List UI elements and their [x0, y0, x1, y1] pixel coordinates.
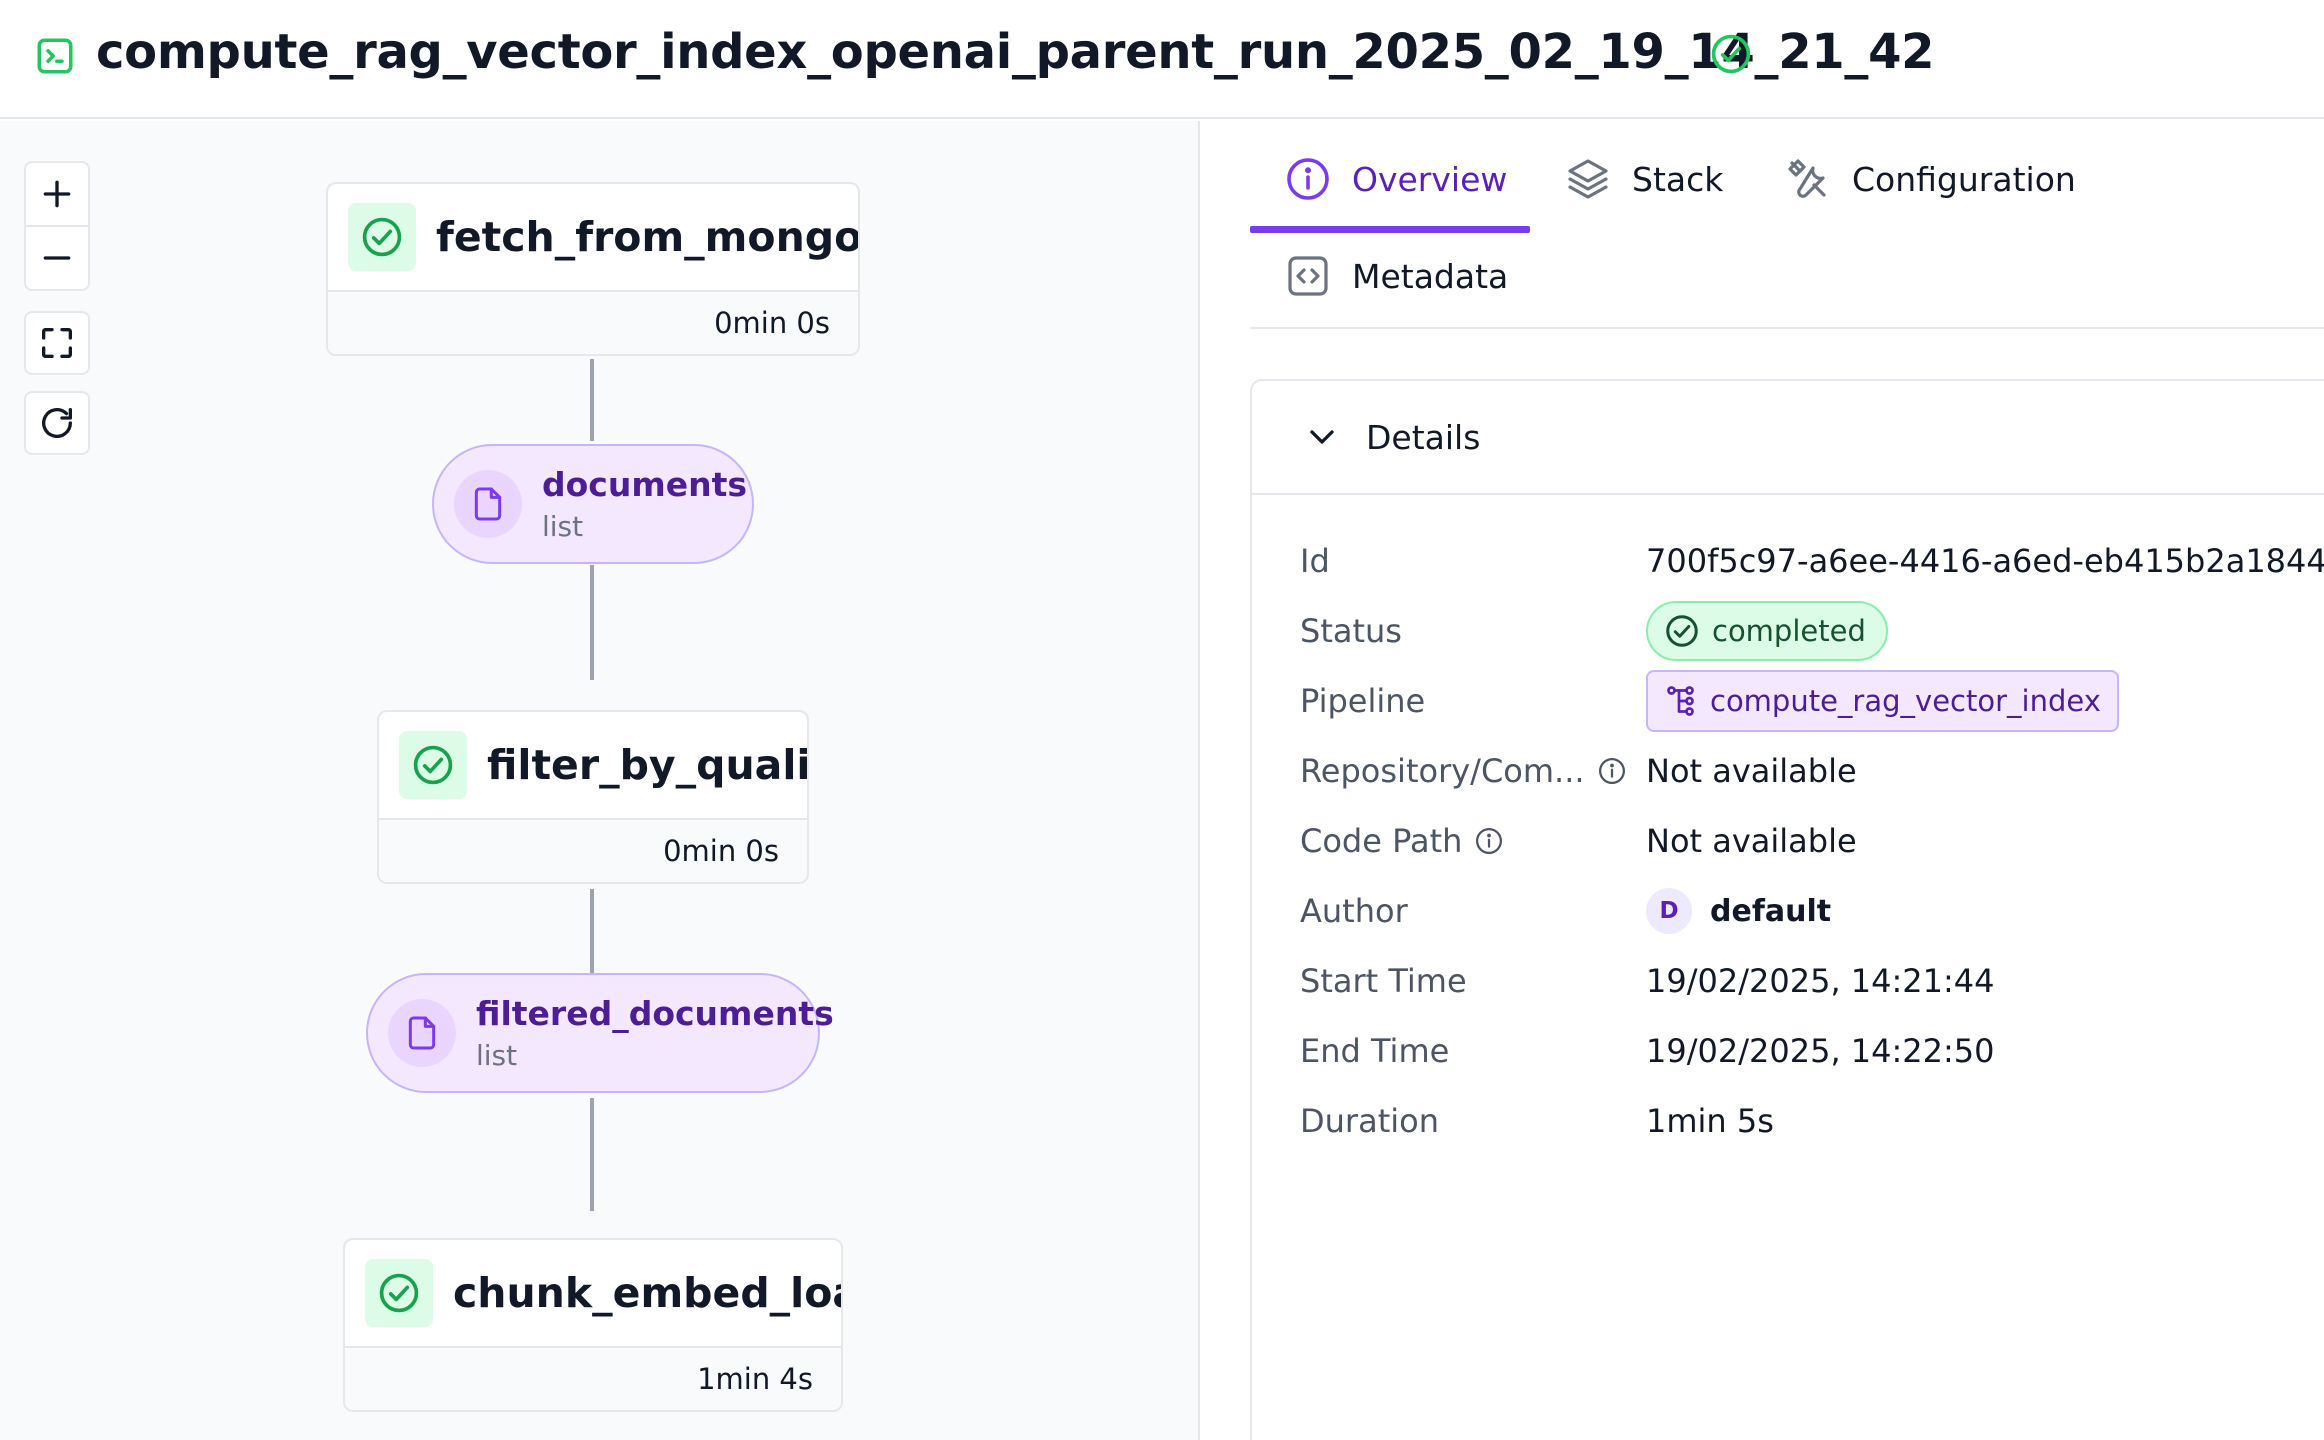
dag-edge: [590, 1098, 594, 1211]
detail-row-pipeline: Pipeline compute_rag_vector_index: [1300, 670, 2324, 732]
dag-edge: [590, 359, 594, 441]
dag-canvas[interactable]: fetch_from_mongodb 0min 0s documents lis…: [0, 121, 1200, 1440]
pipeline-link[interactable]: compute_rag_vector_index: [1646, 670, 2119, 732]
refresh-icon: [42, 408, 73, 438]
active-tab-indicator: [1250, 226, 1530, 233]
code-brackets-icon: [1288, 256, 1328, 296]
tab-configuration[interactable]: Configuration: [1784, 155, 2076, 203]
details-card: Details Id 700f5c97-a6ee-4416-a6ed-eb415…: [1250, 379, 2324, 1440]
check-circle-icon: [362, 217, 402, 257]
artifact-type-badge: [454, 470, 522, 538]
file-icon: [408, 1016, 436, 1050]
step-status-badge: [348, 203, 416, 271]
detail-label: Status: [1300, 612, 1402, 650]
artifact-type-badge: [388, 999, 456, 1067]
step-node-chunk-embed-load[interactable]: chunk_embed_load 1min 4s: [343, 1238, 843, 1412]
tab-label: Configuration: [1852, 159, 2076, 199]
tab-label: Metadata: [1352, 256, 1509, 296]
detail-row-status: Status completed: [1300, 601, 2324, 661]
detail-row-duration: Duration 1min 5s: [1300, 1091, 2324, 1151]
layers-icon: [1568, 159, 1608, 199]
step-name: filter_by_quality: [487, 741, 807, 789]
code-path-value: Not available: [1646, 822, 1857, 860]
check-circle-icon: [413, 745, 453, 785]
check-circle-icon: [379, 1273, 419, 1313]
detail-label: Pipeline: [1300, 682, 1426, 720]
plus-icon: [43, 180, 71, 208]
step-status-badge: [365, 1259, 433, 1327]
step-name: chunk_embed_load: [453, 1269, 841, 1317]
info-icon[interactable]: [1474, 826, 1504, 856]
start-time-value: 19/02/2025, 14:21:44: [1646, 962, 1995, 1000]
check-circle-icon: [1711, 34, 1751, 74]
artifact-name: documents: [542, 465, 748, 504]
artifact-type: list: [476, 1039, 518, 1072]
fullscreen-icon: [42, 328, 73, 358]
step-name: fetch_from_mongodb: [436, 213, 860, 261]
tools-icon: [1788, 159, 1826, 198]
tab-label: Overview: [1352, 159, 1508, 199]
detail-label: Duration: [1300, 1102, 1439, 1140]
detail-row-id: Id 700f5c97-a6ee-4416-a6ed-eb415b2a1844: [1300, 531, 2324, 591]
pipeline-name: compute_rag_vector_index: [1710, 684, 2101, 718]
detail-label: Id: [1300, 542, 1330, 580]
detail-row-start-time: Start Time 19/02/2025, 14:21:44: [1300, 951, 2324, 1011]
status-badge: completed: [1646, 601, 1888, 661]
step-status-badge: [399, 731, 467, 799]
step-duration: 0min 0s: [379, 818, 807, 882]
zoom-in-button[interactable]: [24, 161, 90, 227]
step-node-fetch-from-mongodb[interactable]: fetch_from_mongodb 0min 0s: [326, 182, 860, 356]
dag-edge: [590, 889, 594, 973]
minus-icon: [43, 256, 71, 260]
chevron-down-icon: [1310, 430, 1334, 444]
detail-label: Start Time: [1300, 962, 1467, 1000]
run-id-value: 700f5c97-a6ee-4416-a6ed-eb415b2a1844: [1646, 542, 2324, 580]
step-node-filter-by-quality[interactable]: filter_by_quality 0min 0s: [377, 710, 809, 884]
check-circle-icon: [1666, 615, 1698, 647]
detail-label: Code Path: [1300, 822, 1463, 860]
fit-view-button[interactable]: [24, 311, 90, 375]
run-detail-panel: Overview Stack Configuration Metadata De…: [1202, 121, 2324, 1440]
tab-bar: Overview Stack Configuration Metadata: [1250, 121, 2324, 329]
detail-row-code-path: Code Path Not available: [1300, 811, 2324, 871]
artifact-node-documents[interactable]: documents list: [432, 444, 754, 564]
avatar: D: [1646, 888, 1692, 934]
pipeline-icon: [1667, 686, 1694, 716]
detail-label: Repository/Com...: [1300, 752, 1585, 790]
step-duration: 1min 4s: [345, 1346, 841, 1410]
detail-label: End Time: [1300, 1032, 1450, 1070]
author-name: default: [1710, 893, 1832, 929]
end-time-value: 19/02/2025, 14:22:50: [1646, 1032, 1995, 1070]
tab-stack[interactable]: Stack: [1564, 155, 1723, 203]
detail-label: Author: [1300, 892, 1408, 930]
details-header[interactable]: Details: [1252, 381, 2324, 495]
details-title: Details: [1366, 417, 1481, 457]
file-icon: [474, 487, 502, 521]
tab-label: Stack: [1632, 159, 1724, 199]
tab-metadata[interactable]: Metadata: [1284, 252, 1508, 300]
detail-row-author: Author D default: [1300, 881, 2324, 941]
artifact-type: list: [542, 510, 584, 543]
info-icon: [1287, 158, 1329, 200]
zoom-out-button[interactable]: [24, 225, 90, 291]
info-icon[interactable]: [1597, 756, 1627, 786]
refresh-button[interactable]: [24, 391, 90, 455]
repository-value: Not available: [1646, 752, 1857, 790]
duration-value: 1min 5s: [1646, 1102, 1774, 1140]
detail-row-end-time: End Time 19/02/2025, 14:22:50: [1300, 1021, 2324, 1081]
tab-overview[interactable]: Overview: [1284, 155, 1507, 203]
page-title: compute_rag_vector_index_openai_parent_r…: [96, 24, 1935, 80]
detail-row-repository: Repository/Com... Not available: [1300, 741, 2324, 801]
terminal-icon: [37, 38, 73, 74]
page-header: compute_rag_vector_index_openai_parent_r…: [0, 0, 2324, 119]
artifact-node-filtered-documents[interactable]: filtered_documents list: [366, 973, 834, 1093]
dag-edge: [590, 565, 594, 680]
status-text: completed: [1712, 614, 1866, 648]
step-duration: 0min 0s: [328, 290, 858, 354]
artifact-name: filtered_documents: [476, 994, 834, 1033]
